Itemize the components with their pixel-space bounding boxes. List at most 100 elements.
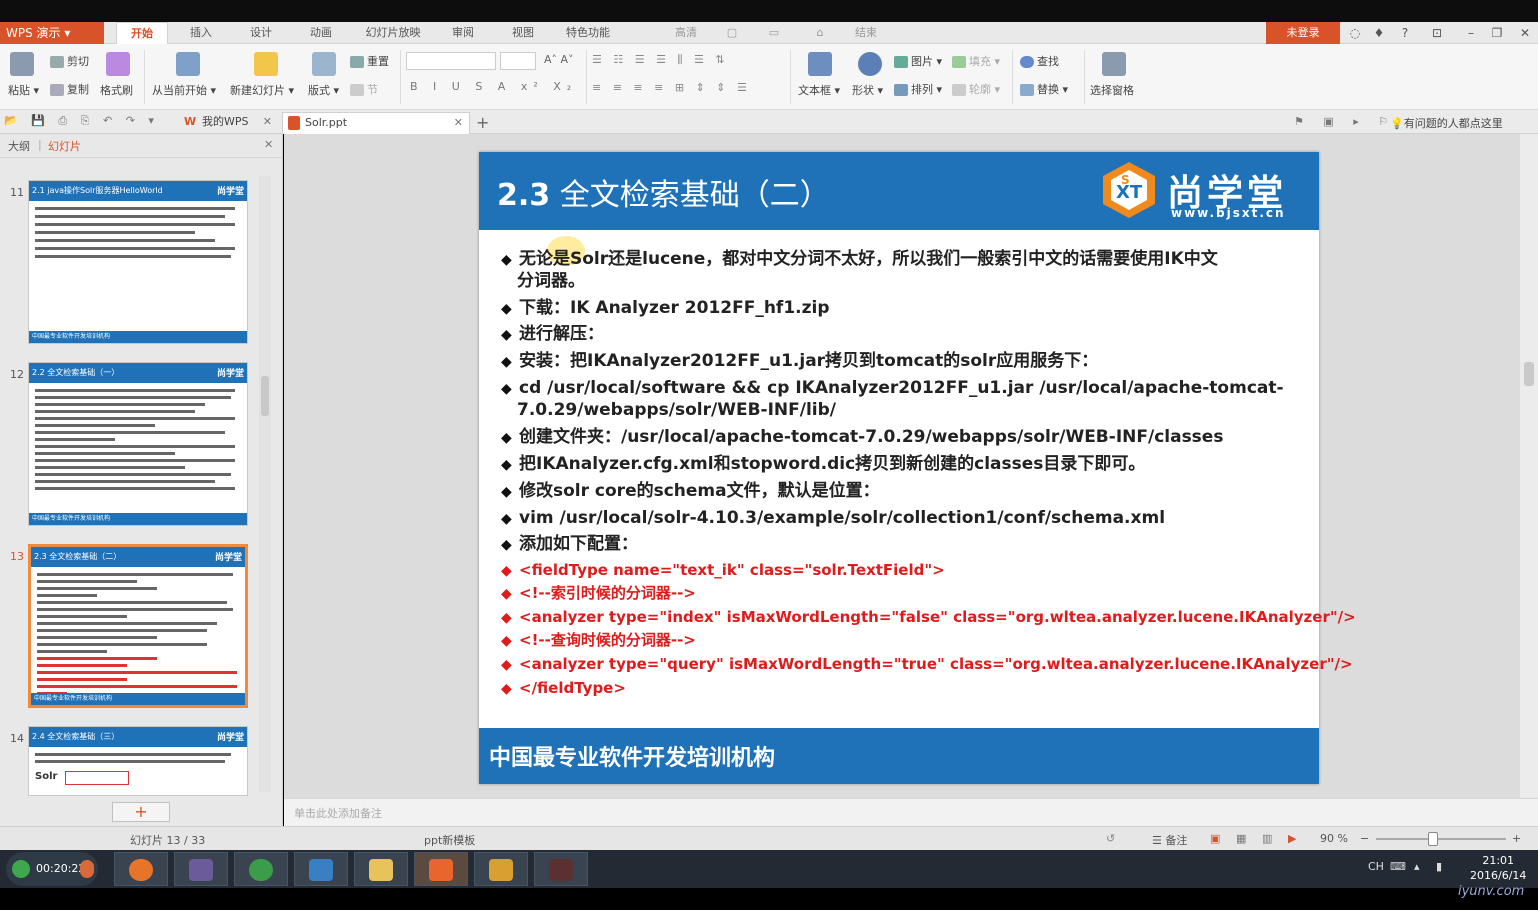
find-button[interactable]: 查找	[1020, 53, 1059, 69]
tab-design[interactable]: 设计	[236, 22, 286, 44]
slide-thumbnail-13[interactable]: 2.3 全文检索基础（二） 尚学堂 中国最专业软件开发培训机构	[28, 544, 248, 708]
cut-button[interactable]: 剪切	[50, 53, 89, 69]
zoom-slider[interactable]	[1376, 838, 1506, 840]
window-icon[interactable]: ▭	[760, 22, 788, 44]
arrange-button[interactable]: 排列 ▾	[894, 81, 942, 97]
slide-canvas[interactable]: 2.3 全文检索基础（二） XT S 尚学堂 www.bjsxt.cn ◆ 无论是…	[479, 152, 1356, 784]
tab-tools[interactable]: ⚑ ▣ ▸ ⚐	[1294, 115, 1396, 128]
maximize-icon[interactable]: ❐	[1486, 22, 1508, 44]
taskbar-wps-presentation[interactable]	[414, 852, 468, 886]
select-pane-button[interactable]: 选择窗格	[1090, 82, 1134, 98]
network-icon[interactable]: ▮	[1436, 860, 1442, 873]
tab-slideshow[interactable]: 幻灯片放映	[356, 22, 430, 44]
tab-animation[interactable]: 动画	[296, 22, 346, 44]
sorter-view-icon[interactable]: ▦	[1236, 832, 1246, 845]
tab-features[interactable]: 特色功能	[556, 22, 620, 44]
zoom-slider-handle[interactable]	[1428, 832, 1438, 846]
close-panel-icon[interactable]: ✕	[264, 138, 273, 151]
help-icon[interactable]: ?	[1394, 22, 1416, 44]
normal-view-icon[interactable]: ▣	[1210, 832, 1220, 845]
shape-button[interactable]: 形状 ▾	[852, 82, 883, 98]
code-line: ◆ <analyzer type="index" isMaxWordLength=…	[501, 608, 1356, 626]
slide-thumbnail-11[interactable]: 2.1 java操作Solr服务器HelloWorld 尚学堂 中国最专业软件开…	[28, 180, 248, 344]
taskbar-firefox[interactable]	[114, 852, 168, 886]
section-button[interactable]: 节	[350, 81, 378, 97]
quick-access-toolbar[interactable]: 📂 💾 ⎙ ⎘ ↶ ↷ ▾	[4, 114, 159, 128]
thumbnail-scrollbar[interactable]	[259, 176, 271, 792]
start-button[interactable]: 00:20:22	[6, 852, 98, 886]
tab-hd[interactable]: 高清	[664, 22, 708, 44]
tab-view[interactable]: 视图	[498, 22, 548, 44]
add-slide-button[interactable]: +	[112, 802, 170, 822]
textbox-icon[interactable]	[808, 52, 832, 76]
zoom-out-icon[interactable]: −	[1360, 832, 1369, 845]
format-painter-button[interactable]: 格式刷	[100, 82, 133, 98]
tab-review[interactable]: 审阅	[438, 22, 488, 44]
layout-icon[interactable]	[312, 52, 336, 76]
home-icon[interactable]: ⌂	[806, 22, 834, 44]
align-buttons[interactable]: ≡ ≡ ≡ ≡ ⊞ ⇕ ⇕ ☰	[592, 81, 751, 94]
taskbar-ide[interactable]	[174, 852, 228, 886]
editor-scrollbar[interactable]	[1520, 134, 1538, 798]
system-clock[interactable]: 21:01 2016/6/14	[1470, 853, 1526, 883]
notes-toggle[interactable]: ☰ 备注	[1152, 832, 1187, 848]
list-buttons[interactable]: ☰ ☷ ☰ ☰ ⫼ ☰ ⇅	[592, 53, 729, 67]
picture-button[interactable]: 图片 ▾	[894, 53, 942, 69]
textbox-button[interactable]: 文本框 ▾	[798, 82, 840, 98]
new-slide-button[interactable]: 新建幻灯片 ▾	[230, 82, 294, 98]
keyboard-icon[interactable]: ⌨	[1390, 860, 1406, 873]
taskbar-explorer[interactable]	[354, 852, 408, 886]
font-style-buttons[interactable]: B I U S A x² X₂	[410, 80, 577, 93]
notes-pane[interactable]: 单击此处添加备注	[284, 798, 1538, 826]
taskbar-app-dark[interactable]	[534, 852, 588, 886]
screen-icon[interactable]: ▢	[718, 22, 746, 44]
outline-button[interactable]: 轮廓 ▾	[952, 81, 1000, 97]
close-icon[interactable]: ✕	[1514, 22, 1536, 44]
taskbar-chrome[interactable]	[234, 852, 288, 886]
tab-outline[interactable]: 大纲	[8, 138, 30, 154]
copy-button[interactable]: 复制	[50, 81, 89, 97]
minimize-icon[interactable]: –	[1460, 22, 1482, 44]
code-line: ◆ <!--查询时候的分词器-->	[501, 631, 696, 649]
replace-button[interactable]: 替换 ▾	[1020, 81, 1068, 97]
tab-end[interactable]: 结束	[846, 22, 886, 44]
help-link[interactable]: 💡有问题的人都点这里	[1390, 115, 1503, 131]
login-button[interactable]: 未登录	[1266, 22, 1340, 44]
new-tab-icon[interactable]: +	[476, 113, 489, 132]
format-painter-icon[interactable]	[106, 52, 130, 76]
tray-arrow-icon[interactable]: ▴	[1414, 860, 1420, 873]
tab-home[interactable]: 开始	[116, 22, 168, 44]
paste-icon[interactable]	[10, 52, 34, 76]
font-name-select[interactable]	[406, 52, 496, 70]
taskbar-vm[interactable]	[294, 852, 348, 886]
input-language[interactable]: CH	[1368, 860, 1384, 873]
close-tab-icon[interactable]: ✕	[263, 112, 272, 132]
taskbar-app-cat[interactable]	[474, 852, 528, 886]
tab-slides[interactable]: 幻灯片	[48, 138, 81, 154]
layout-button[interactable]: 版式 ▾	[308, 82, 339, 98]
reading-view-icon[interactable]: ▥	[1262, 832, 1272, 845]
reset-button[interactable]: 重置	[350, 53, 389, 69]
zoom-in-icon[interactable]: +	[1512, 832, 1521, 845]
history-icon[interactable]: ↺	[1106, 832, 1115, 845]
slide-thumbnail-14[interactable]: 2.4 全文检索基础（三） 尚学堂 Solr	[28, 726, 248, 796]
skin-icon[interactable]: ◌	[1344, 22, 1366, 44]
fill-button[interactable]: 填充 ▾	[952, 53, 1000, 69]
slideshow-icon[interactable]: ▶	[1288, 832, 1296, 845]
restore-window-icon[interactable]: ⊡	[1426, 22, 1448, 44]
app-menu-button[interactable]: WPS 演示 ▾	[0, 22, 104, 44]
shape-icon[interactable]	[858, 52, 882, 76]
shirt-icon[interactable]: ♦	[1368, 22, 1390, 44]
play-from-current-icon[interactable]	[176, 52, 200, 76]
from-current-button[interactable]: 从当前开始 ▾	[152, 82, 216, 98]
paste-button[interactable]: 粘贴 ▾	[8, 82, 39, 98]
slide-thumbnail-12[interactable]: 2.2 全文检索基础（一） 尚学堂 中国最专业软件开发培训机构	[28, 362, 248, 526]
new-slide-icon[interactable]	[254, 52, 278, 76]
tab-mywps[interactable]: W 我的WPS ✕	[180, 112, 276, 134]
tab-solr-ppt[interactable]: Solr.ppt ✕	[282, 112, 470, 134]
font-grow-shrink[interactable]: A˄ A˅	[544, 53, 574, 66]
select-pane-icon[interactable]	[1102, 52, 1126, 76]
close-tab-icon[interactable]: ✕	[454, 113, 463, 133]
tab-insert[interactable]: 插入	[176, 22, 226, 44]
font-size-select[interactable]	[500, 52, 536, 70]
